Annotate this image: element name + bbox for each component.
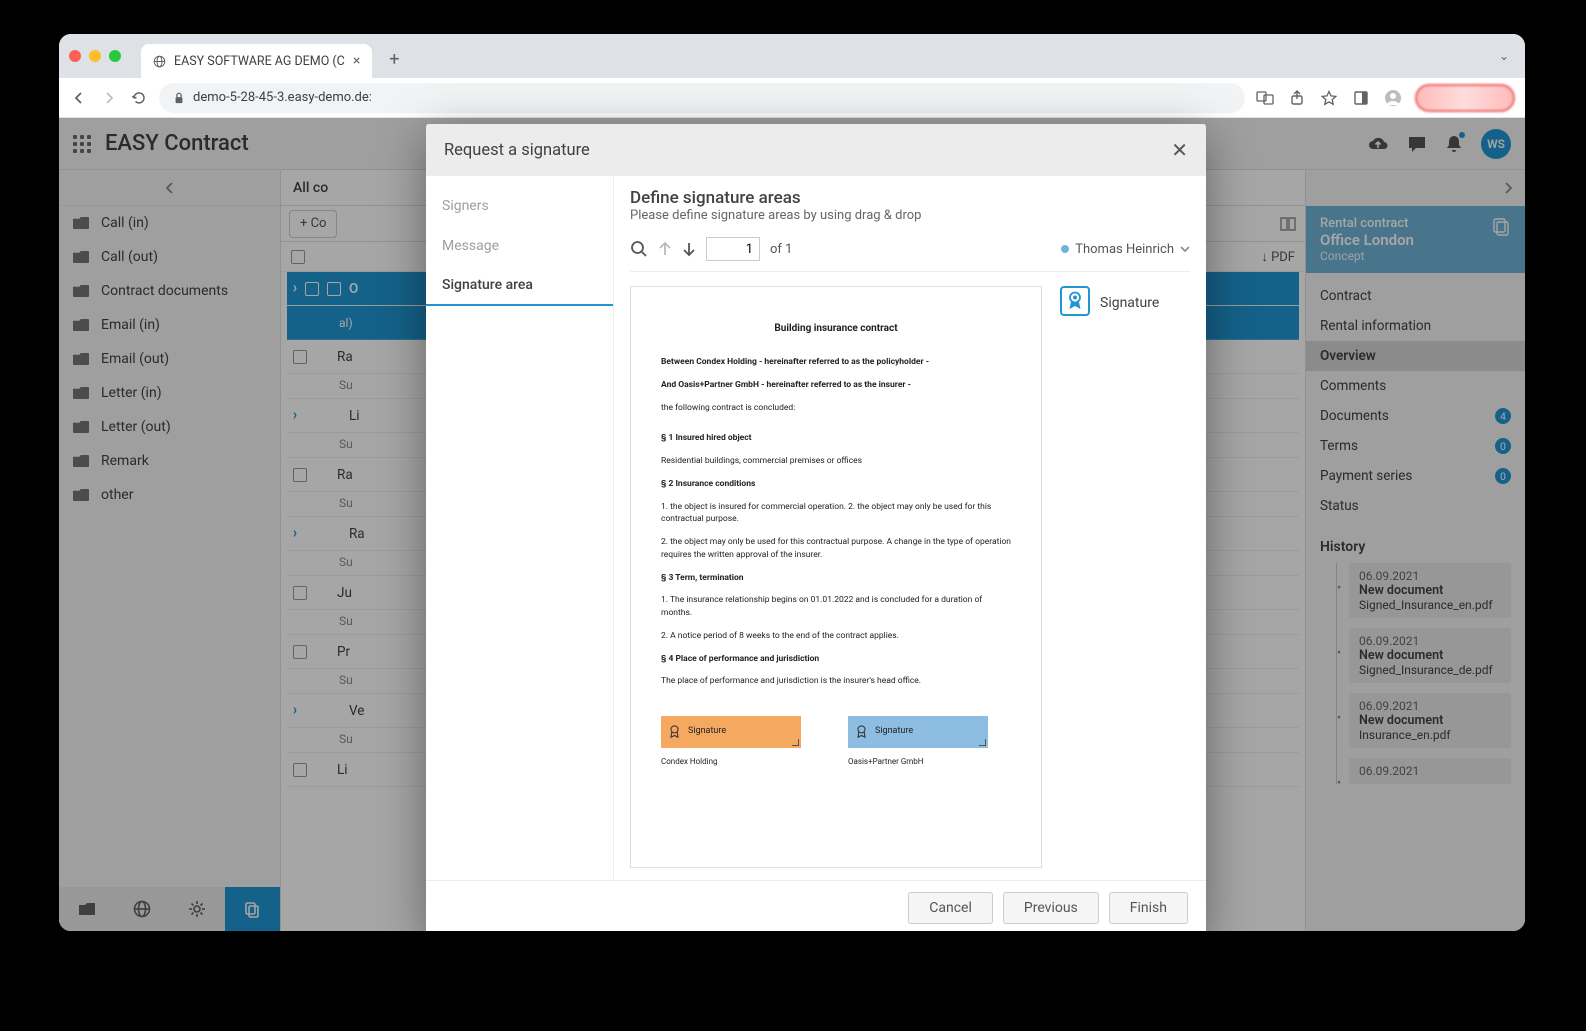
modal-main: Define signature areas Please define sig… — [614, 176, 1206, 880]
signature-tool-button[interactable] — [1060, 286, 1090, 316]
doc-line: Residential buildings, commercial premis… — [661, 455, 1011, 468]
signature-field-a[interactable]: Signature — [661, 716, 801, 748]
doc-line: The place of performance and jurisdictio… — [661, 675, 1011, 688]
globe-icon — [153, 55, 166, 68]
signature-ribbon-icon — [856, 725, 867, 739]
reload-button[interactable] — [129, 88, 149, 108]
lock-icon — [173, 92, 185, 104]
sig-label: Signature — [688, 725, 726, 739]
browser-window: EASY SOFTWARE AG DEMO (C × + ⌄ demo-5-28… — [59, 34, 1525, 931]
app-root: EASY Contract WS Call (in) Call (out) Co… — [59, 118, 1525, 931]
step-message[interactable]: Message — [426, 226, 613, 266]
modal-header: Request a signature ✕ — [426, 124, 1206, 176]
doc-line: the following contract is concluded: — [661, 402, 1011, 415]
doc-section: § 1 Insured hired object — [661, 432, 1011, 445]
signature-palette: Signature — [1060, 286, 1190, 868]
document-page[interactable]: Building insurance contract Between Cond… — [630, 286, 1042, 868]
doc-line: And Oasis+Partner GmbH - hereinafter ref… — [661, 379, 1011, 392]
page-number-input[interactable] — [706, 237, 760, 261]
signer-dropdown[interactable]: Thomas Heinrich — [1061, 242, 1190, 257]
doc-line: 1. the object is insured for commercial … — [661, 501, 1011, 527]
bookmark-icon[interactable] — [1319, 88, 1339, 108]
translate-icon[interactable] — [1255, 88, 1275, 108]
chevron-down-icon — [1180, 245, 1190, 253]
doc-line: 2. A notice period of 8 weeks to the end… — [661, 630, 1011, 643]
address-bar: demo-5-28-45-3.easy-demo.de: — [59, 78, 1525, 118]
new-tab-button[interactable]: + — [380, 45, 408, 73]
resize-handle-icon[interactable] — [791, 738, 799, 746]
cancel-button[interactable]: Cancel — [908, 892, 993, 924]
tab-title: EASY SOFTWARE AG DEMO (C — [174, 54, 345, 69]
signer-name: Thomas Heinrich — [1075, 242, 1174, 257]
modal-subtext: Please define signature areas by using d… — [630, 208, 1190, 223]
url-text: demo-5-28-45-3.easy-demo.de: — [193, 90, 372, 105]
share-icon[interactable] — [1287, 88, 1307, 108]
account-pill[interactable] — [1415, 84, 1515, 112]
doc-line: 1. The insurance relationship begins on … — [661, 594, 1011, 620]
doc-line: 2. the object may only be used for this … — [661, 536, 1011, 562]
finish-button[interactable]: Finish — [1109, 892, 1188, 924]
signature-ribbon-icon — [1067, 291, 1083, 311]
window-minimize-icon[interactable] — [89, 50, 101, 62]
forward-button[interactable] — [99, 88, 119, 108]
step-signature-area[interactable]: Signature area — [426, 266, 613, 306]
doc-title: Building insurance contract — [661, 321, 1011, 336]
page-up-icon[interactable] — [658, 241, 672, 257]
browser-tab[interactable]: EASY SOFTWARE AG DEMO (C × — [141, 44, 372, 78]
signature-field-b[interactable]: Signature — [848, 716, 988, 748]
signature-tool-label: Signature — [1100, 295, 1159, 311]
page-total: of 1 — [770, 242, 792, 257]
modal-footer: Cancel Previous Finish — [426, 880, 1206, 931]
signer-color-icon — [1061, 245, 1069, 253]
party-b-label: Oasis+Partner GmbH — [848, 756, 1011, 768]
doc-toolbar: of 1 Thomas Heinrich — [630, 233, 1190, 272]
sig-label: Signature — [875, 725, 913, 739]
browser-tabbar: EASY SOFTWARE AG DEMO (C × + ⌄ — [59, 34, 1525, 78]
modal-heading: Define signature areas — [630, 188, 1190, 208]
window-close-icon[interactable] — [69, 50, 81, 62]
document-area: Building insurance contract Between Cond… — [630, 272, 1190, 868]
close-tab-icon[interactable]: × — [353, 53, 360, 69]
step-signers[interactable]: Signers — [426, 186, 613, 226]
party-a-label: Condex Holding — [661, 756, 824, 768]
modal-title: Request a signature — [444, 141, 590, 160]
back-button[interactable] — [69, 88, 89, 108]
doc-line: Between Condex Holding - hereinafter ref… — [661, 356, 1011, 369]
search-icon[interactable] — [630, 240, 648, 258]
window-controls — [69, 50, 121, 62]
tabs-dropdown-icon[interactable]: ⌄ — [1499, 49, 1515, 63]
window-maximize-icon[interactable] — [109, 50, 121, 62]
url-field[interactable]: demo-5-28-45-3.easy-demo.de: — [159, 83, 1245, 113]
previous-button[interactable]: Previous — [1003, 892, 1099, 924]
signature-modal: Request a signature ✕ Signers Message Si… — [426, 124, 1206, 931]
modal-steps: Signers Message Signature area — [426, 176, 614, 880]
signature-ribbon-icon — [669, 725, 680, 739]
doc-section: § 4 Place of performance and jurisdictio… — [661, 653, 1011, 666]
page-down-icon[interactable] — [682, 241, 696, 257]
extensions-icon[interactable] — [1351, 88, 1371, 108]
modal-body: Signers Message Signature area Define si… — [426, 176, 1206, 880]
doc-section: § 3 Term, termination — [661, 572, 1011, 585]
resize-handle-icon[interactable] — [978, 738, 986, 746]
doc-section: § 2 Insurance conditions — [661, 478, 1011, 491]
profile-icon[interactable] — [1383, 88, 1403, 108]
close-icon[interactable]: ✕ — [1171, 138, 1188, 162]
